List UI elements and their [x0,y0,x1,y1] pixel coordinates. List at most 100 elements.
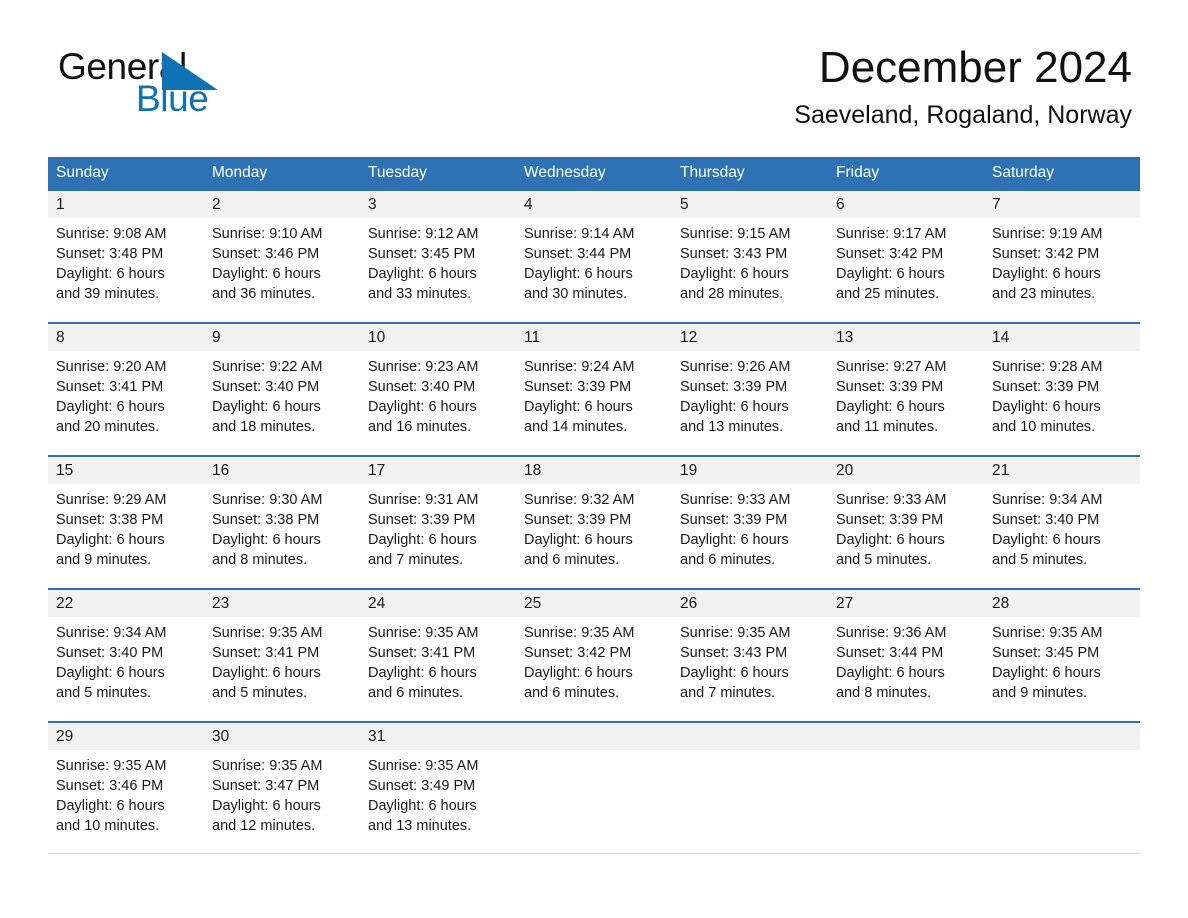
daylight-text-line1: Daylight: 6 hours [56,798,165,814]
day-cell[interactable]: 17 Sunrise: 9:31 AM Sunset: 3:39 PM Dayl… [360,457,516,588]
sunset-text: Sunset: 3:41 PM [56,379,164,395]
day-details: Sunrise: 9:32 AM Sunset: 3:39 PM Dayligh… [516,484,672,570]
day-cell[interactable]: 1 Sunrise: 9:08 AM Sunset: 3:48 PM Dayli… [48,191,204,322]
day-cell[interactable]: 13 Sunrise: 9:27 AM Sunset: 3:39 PM Dayl… [828,324,984,455]
sunrise-text: Sunrise: 9:35 AM [992,625,1103,641]
sunrise-text: Sunrise: 9:24 AM [524,359,635,375]
sunrise-text: Sunrise: 9:35 AM [524,625,635,641]
day-number: 14 [984,324,1140,351]
day-cell[interactable]: 6 Sunrise: 9:17 AM Sunset: 3:42 PM Dayli… [828,191,984,322]
day-cell[interactable]: 28 Sunrise: 9:35 AM Sunset: 3:45 PM Dayl… [984,590,1140,721]
day-details [984,750,1140,756]
day-details: Sunrise: 9:08 AM Sunset: 3:48 PM Dayligh… [48,218,204,304]
day-number: 17 [360,457,516,484]
sunrise-text: Sunrise: 9:30 AM [212,492,323,508]
day-details: Sunrise: 9:14 AM Sunset: 3:44 PM Dayligh… [516,218,672,304]
day-number [828,723,984,750]
day-details: Sunrise: 9:15 AM Sunset: 3:43 PM Dayligh… [672,218,828,304]
day-details: Sunrise: 9:30 AM Sunset: 3:38 PM Dayligh… [204,484,360,570]
sunrise-text: Sunrise: 9:15 AM [680,226,791,242]
daylight-text-line1: Daylight: 6 hours [212,798,321,814]
daylight-text-line2: and 6 minutes. [524,552,620,568]
day-cell[interactable]: 29 Sunrise: 9:35 AM Sunset: 3:46 PM Dayl… [48,723,204,853]
day-cell[interactable]: 10 Sunrise: 9:23 AM Sunset: 3:40 PM Dayl… [360,324,516,455]
day-details: Sunrise: 9:35 AM Sunset: 3:45 PM Dayligh… [984,617,1140,703]
daylight-text-line2: and 5 minutes. [836,552,932,568]
day-cell[interactable]: 19 Sunrise: 9:33 AM Sunset: 3:39 PM Dayl… [672,457,828,588]
daylight-text-line2: and 36 minutes. [212,286,316,302]
day-details: Sunrise: 9:34 AM Sunset: 3:40 PM Dayligh… [48,617,204,703]
day-cell[interactable]: 25 Sunrise: 9:35 AM Sunset: 3:42 PM Dayl… [516,590,672,721]
week-row: 1 Sunrise: 9:08 AM Sunset: 3:48 PM Dayli… [48,189,1140,322]
day-cell[interactable]: 30 Sunrise: 9:35 AM Sunset: 3:47 PM Dayl… [204,723,360,853]
day-cell[interactable]: 22 Sunrise: 9:34 AM Sunset: 3:40 PM Dayl… [48,590,204,721]
generalblue-logo[interactable]: General Blue [58,48,358,126]
day-cell[interactable]: 31 Sunrise: 9:35 AM Sunset: 3:49 PM Dayl… [360,723,516,853]
day-cell[interactable]: 23 Sunrise: 9:35 AM Sunset: 3:41 PM Dayl… [204,590,360,721]
sunset-text: Sunset: 3:39 PM [836,512,944,528]
sunrise-text: Sunrise: 9:36 AM [836,625,947,641]
daylight-text-line1: Daylight: 6 hours [212,266,321,282]
day-cell[interactable]: 9 Sunrise: 9:22 AM Sunset: 3:40 PM Dayli… [204,324,360,455]
sunset-text: Sunset: 3:41 PM [368,645,476,661]
day-cell-empty [828,723,984,853]
day-cell[interactable]: 14 Sunrise: 9:28 AM Sunset: 3:39 PM Dayl… [984,324,1140,455]
day-cell[interactable]: 4 Sunrise: 9:14 AM Sunset: 3:44 PM Dayli… [516,191,672,322]
sunset-text: Sunset: 3:40 PM [368,379,476,395]
day-cell[interactable]: 26 Sunrise: 9:35 AM Sunset: 3:43 PM Dayl… [672,590,828,721]
day-cell[interactable]: 20 Sunrise: 9:33 AM Sunset: 3:39 PM Dayl… [828,457,984,588]
day-cell[interactable]: 18 Sunrise: 9:32 AM Sunset: 3:39 PM Dayl… [516,457,672,588]
weekday-header-wednesday: Wednesday [524,164,606,181]
weekday-header-saturday: Saturday [992,164,1055,181]
day-cell[interactable]: 27 Sunrise: 9:36 AM Sunset: 3:44 PM Dayl… [828,590,984,721]
day-details: Sunrise: 9:17 AM Sunset: 3:42 PM Dayligh… [828,218,984,304]
day-cell[interactable]: 15 Sunrise: 9:29 AM Sunset: 3:38 PM Dayl… [48,457,204,588]
sunset-text: Sunset: 3:47 PM [212,778,320,794]
day-cell[interactable]: 12 Sunrise: 9:26 AM Sunset: 3:39 PM Dayl… [672,324,828,455]
sunrise-text: Sunrise: 9:17 AM [836,226,947,242]
day-cell[interactable]: 3 Sunrise: 9:12 AM Sunset: 3:45 PM Dayli… [360,191,516,322]
daylight-text-line2: and 23 minutes. [992,286,1096,302]
day-number: 16 [204,457,360,484]
sunrise-text: Sunrise: 9:29 AM [56,492,167,508]
day-cell[interactable]: 16 Sunrise: 9:30 AM Sunset: 3:38 PM Dayl… [204,457,360,588]
sunset-text: Sunset: 3:39 PM [680,379,788,395]
weekday-header-thursday: Thursday [680,164,745,181]
day-number: 18 [516,457,672,484]
daylight-text-line2: and 25 minutes. [836,286,940,302]
daylight-text-line1: Daylight: 6 hours [56,399,165,415]
week-row: 22 Sunrise: 9:34 AM Sunset: 3:40 PM Dayl… [48,588,1140,721]
day-cell[interactable]: 11 Sunrise: 9:24 AM Sunset: 3:39 PM Dayl… [516,324,672,455]
sunrise-text: Sunrise: 9:31 AM [368,492,479,508]
sunset-text: Sunset: 3:43 PM [680,645,788,661]
day-details: Sunrise: 9:33 AM Sunset: 3:39 PM Dayligh… [828,484,984,570]
daylight-text-line1: Daylight: 6 hours [368,399,477,415]
sunrise-text: Sunrise: 9:10 AM [212,226,323,242]
day-cell[interactable]: 8 Sunrise: 9:20 AM Sunset: 3:41 PM Dayli… [48,324,204,455]
day-number: 20 [828,457,984,484]
day-cell[interactable]: 2 Sunrise: 9:10 AM Sunset: 3:46 PM Dayli… [204,191,360,322]
day-cell[interactable]: 24 Sunrise: 9:35 AM Sunset: 3:41 PM Dayl… [360,590,516,721]
sunset-text: Sunset: 3:44 PM [524,246,632,262]
day-details: Sunrise: 9:33 AM Sunset: 3:39 PM Dayligh… [672,484,828,570]
day-details [672,750,828,756]
day-number: 12 [672,324,828,351]
sunrise-text: Sunrise: 9:14 AM [524,226,635,242]
day-details: Sunrise: 9:20 AM Sunset: 3:41 PM Dayligh… [48,351,204,437]
sunset-text: Sunset: 3:39 PM [524,512,632,528]
day-number [672,723,828,750]
sunset-text: Sunset: 3:44 PM [836,645,944,661]
sunrise-text: Sunrise: 9:19 AM [992,226,1103,242]
sunrise-text: Sunrise: 9:20 AM [56,359,167,375]
day-cell[interactable]: 21 Sunrise: 9:34 AM Sunset: 3:40 PM Dayl… [984,457,1140,588]
day-details: Sunrise: 9:10 AM Sunset: 3:46 PM Dayligh… [204,218,360,304]
day-details [516,750,672,756]
daylight-text-line1: Daylight: 6 hours [992,665,1101,681]
day-details: Sunrise: 9:19 AM Sunset: 3:42 PM Dayligh… [984,218,1140,304]
day-details: Sunrise: 9:35 AM Sunset: 3:49 PM Dayligh… [360,750,516,836]
daylight-text-line2: and 6 minutes. [680,552,776,568]
day-cell[interactable]: 7 Sunrise: 9:19 AM Sunset: 3:42 PM Dayli… [984,191,1140,322]
sunset-text: Sunset: 3:38 PM [212,512,320,528]
day-cell[interactable]: 5 Sunrise: 9:15 AM Sunset: 3:43 PM Dayli… [672,191,828,322]
daylight-text-line1: Daylight: 6 hours [368,665,477,681]
